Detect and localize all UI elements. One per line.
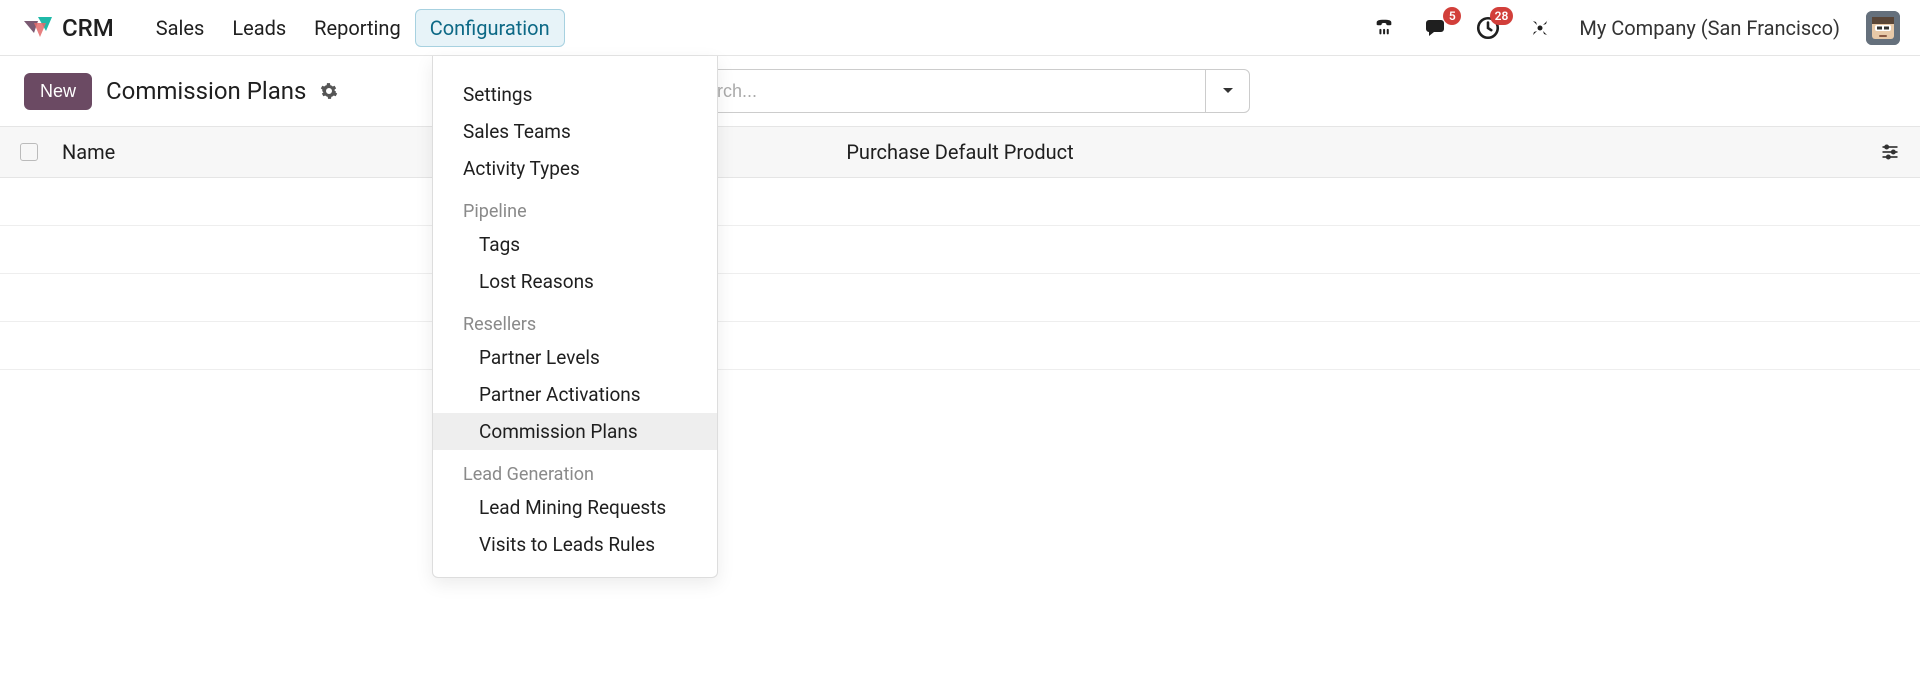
search-wrap: [670, 69, 1250, 113]
column-product[interactable]: Purchase Default Product: [846, 140, 1073, 164]
action-bar: New Commission Plans: [0, 56, 1920, 126]
app-logo-icon: [24, 17, 52, 39]
brand[interactable]: CRM: [24, 14, 114, 42]
new-button[interactable]: New: [24, 73, 92, 110]
nav-links: Sales Leads Reporting Configuration: [142, 9, 565, 47]
search-input[interactable]: [671, 70, 1205, 112]
dd-tags[interactable]: Tags: [433, 226, 717, 263]
search-options-toggle[interactable]: [1205, 70, 1249, 112]
activities-badge: 28: [1490, 7, 1514, 25]
messages-badge: 5: [1443, 7, 1461, 25]
dd-activity-types[interactable]: Activity Types: [433, 150, 717, 187]
dd-commission-plans[interactable]: Commission Plans: [433, 413, 717, 450]
company-name[interactable]: My Company (San Francisco): [1579, 16, 1840, 40]
table-row: [0, 178, 1920, 226]
dd-partner-levels[interactable]: Partner Levels: [433, 339, 717, 376]
nav-right: 5 28 My Company (San Francisco): [1371, 11, 1900, 45]
dd-lead-mining[interactable]: Lead Mining Requests: [433, 489, 717, 526]
nav-item-leads[interactable]: Leads: [218, 10, 300, 46]
debug-icon[interactable]: [1527, 15, 1553, 41]
dd-visits-to-leads[interactable]: Visits to Leads Rules: [433, 526, 717, 563]
table-row: [0, 226, 1920, 274]
dd-header-resellers: Resellers: [433, 300, 717, 339]
page-title: Commission Plans: [106, 77, 306, 105]
dd-settings[interactable]: Settings: [433, 76, 717, 113]
configuration-dropdown: Settings Sales Teams Activity Types Pipe…: [432, 56, 718, 578]
select-all-checkbox[interactable]: [20, 143, 38, 161]
table-row: [0, 322, 1920, 370]
messages-icon[interactable]: 5: [1423, 15, 1449, 41]
brand-text: CRM: [62, 14, 114, 42]
phone-icon[interactable]: [1371, 15, 1397, 41]
columns-settings-icon[interactable]: [1880, 142, 1900, 162]
activities-icon[interactable]: 28: [1475, 15, 1501, 41]
table-header: Name Purchase Default Product: [0, 126, 1920, 178]
dd-sales-teams[interactable]: Sales Teams: [433, 113, 717, 150]
dd-partner-activations[interactable]: Partner Activations: [433, 376, 717, 413]
nav-item-sales[interactable]: Sales: [142, 10, 219, 46]
dd-header-lead-generation: Lead Generation: [433, 450, 717, 489]
top-navbar: CRM Sales Leads Reporting Configuration …: [0, 0, 1920, 56]
nav-item-reporting[interactable]: Reporting: [300, 10, 415, 46]
table-row: [0, 274, 1920, 322]
avatar[interactable]: [1866, 11, 1900, 45]
nav-item-configuration[interactable]: Configuration: [415, 9, 565, 47]
dd-lost-reasons[interactable]: Lost Reasons: [433, 263, 717, 300]
gear-icon[interactable]: [320, 82, 338, 100]
dd-header-pipeline: Pipeline: [433, 187, 717, 226]
